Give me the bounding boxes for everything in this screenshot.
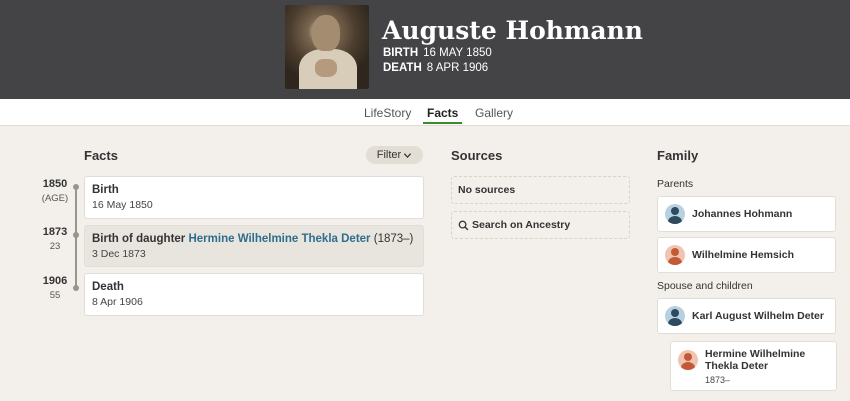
filter-button[interactable]: Filter <box>366 146 423 164</box>
parent-card-father[interactable]: Johannes Hohmann <box>657 196 836 232</box>
person-name: Wilhelmine Hemsich <box>692 249 795 261</box>
birth-date: 16 MAY 1850 <box>423 47 492 59</box>
photo-hands-shape <box>315 59 337 77</box>
male-avatar-icon <box>665 306 685 326</box>
person-name: Karl August Wilhelm Deter <box>692 310 824 322</box>
family-heading: Family <box>657 148 699 163</box>
fact-title: Birth <box>92 184 119 196</box>
parent-card-mother[interactable]: Wilhelmine Hemsich <box>657 237 836 273</box>
fact-date: 8 Apr 1906 <box>92 296 143 308</box>
search-icon <box>458 220 469 230</box>
female-avatar-icon <box>678 350 698 370</box>
fact-card-birth[interactable]: Birth 16 May 1850 <box>84 176 424 219</box>
timeline-year: 1850 <box>42 178 68 190</box>
fact-title: Death <box>92 281 124 293</box>
tab-gallery[interactable]: Gallery <box>475 106 513 120</box>
profile-header: Auguste Hohmann BIRTH 16 MAY 1850 DEATH 8 … <box>0 0 850 99</box>
fact-card-birth-of-daughter[interactable]: Birth of daughter Hermine Wilhelmine The… <box>84 225 424 267</box>
child-info: Hermine Wilhelmine Thekla Deter 1873– <box>705 348 805 385</box>
death-date: 8 APR 1906 <box>426 62 489 74</box>
timeline-dot <box>73 285 79 291</box>
daughter-link[interactable]: Hermine Wilhelmine Thekla Deter <box>188 233 370 245</box>
spouse-children-label: Spouse and children <box>657 280 753 292</box>
filter-label: Filter <box>376 149 402 161</box>
timeline-age: (AGE) <box>41 193 69 204</box>
chevron-down-icon <box>404 152 412 158</box>
photo-face-shape <box>312 15 340 51</box>
profile-photo[interactable] <box>285 5 369 89</box>
death-label: DEATH <box>383 62 422 74</box>
death-summary: DEATH 8 APR 1906 <box>383 62 488 74</box>
sources-heading: Sources <box>451 148 503 163</box>
no-sources-box: No sources <box>451 176 630 204</box>
search-ancestry-label: Search on Ancestry <box>472 219 571 231</box>
fact-title-text: Birth of daughter <box>92 233 186 245</box>
timeline-year: 1873 <box>42 226 68 238</box>
birth-label: BIRTH <box>383 47 419 59</box>
timeline-year: 1906 <box>42 275 68 287</box>
person-name: Johannes Hohmann <box>692 208 793 220</box>
tab-lifestory[interactable]: LifeStory <box>364 106 411 120</box>
male-avatar-icon <box>665 204 685 224</box>
child-name-line1: Hermine Wilhelmine <box>705 348 806 360</box>
timeline-dot <box>73 232 79 238</box>
facts-heading: Facts <box>84 148 118 163</box>
timeline-dot <box>73 184 79 190</box>
person-name: Auguste Hohmann <box>382 16 643 45</box>
fact-card-death[interactable]: Death 8 Apr 1906 <box>84 273 424 316</box>
child-lifespan: 1873– <box>705 375 731 385</box>
tab-facts[interactable]: Facts <box>422 106 463 124</box>
parents-label: Parents <box>657 178 694 190</box>
daughter-lifespan: (1873–) <box>373 233 414 245</box>
birth-summary: BIRTH 16 MAY 1850 <box>383 47 492 59</box>
child-card[interactable]: Hermine Wilhelmine Thekla Deter 1873– <box>670 341 837 391</box>
spouse-card[interactable]: Karl August Wilhelm Deter <box>657 298 836 334</box>
fact-date: 16 May 1850 <box>92 199 153 211</box>
timeline-age: 23 <box>49 241 61 252</box>
fact-date: 3 Dec 1873 <box>92 248 146 260</box>
female-avatar-icon <box>665 245 685 265</box>
no-sources-text: No sources <box>458 184 516 196</box>
timeline-age: 55 <box>49 290 61 301</box>
child-name-line2: Thekla Deter <box>705 360 769 372</box>
tab-bar: LifeStory Facts Gallery <box>0 99 850 126</box>
fact-title: Birth of daughter Hermine Wilhelmine The… <box>92 233 416 245</box>
search-ancestry-button[interactable]: Search on Ancestry <box>451 211 630 239</box>
